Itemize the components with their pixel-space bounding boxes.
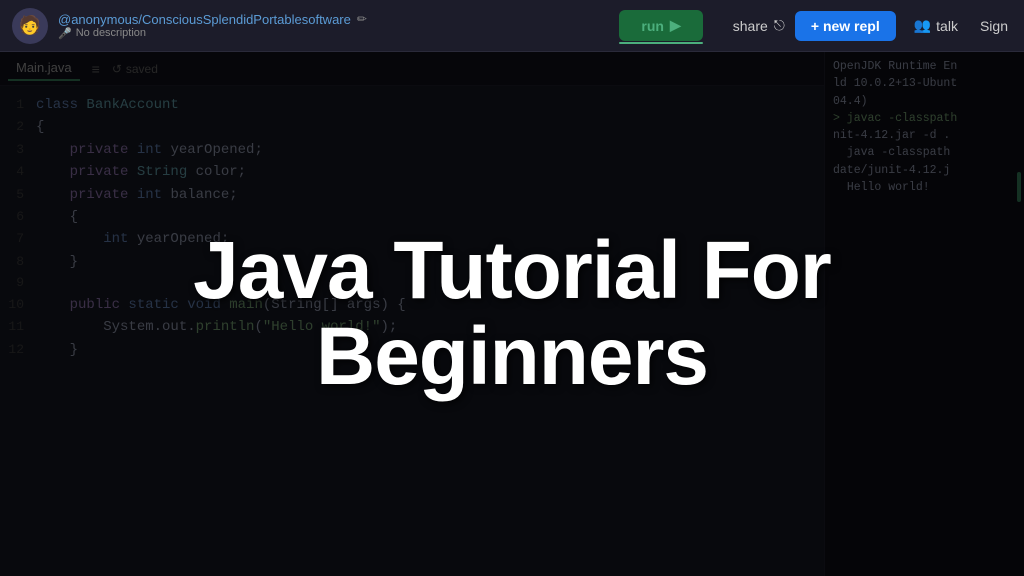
topbar: 🧑 @anonymous/ConsciousSplendidPortableso…: [0, 0, 1024, 52]
sign-button[interactable]: Sign: [976, 11, 1012, 41]
new-repl-label: + new repl: [811, 18, 880, 34]
editor-area: Main.java ≡ ↺ saved 1class BankAccount2{…: [0, 52, 1024, 576]
project-name: @anonymous/ConsciousSplendidPortablesoft…: [58, 12, 367, 27]
run-icon: ▶: [670, 17, 681, 34]
share-icon: ⎋: [774, 17, 785, 34]
avatar: 🧑: [12, 8, 48, 44]
project-desc: 🎤 No description: [58, 27, 367, 40]
share-label: share: [733, 18, 768, 34]
sign-label: Sign: [980, 18, 1008, 34]
no-description-text: No description: [76, 27, 146, 39]
talk-button[interactable]: 👥 talk: [906, 10, 966, 41]
overlay-title: Java Tutorial For Beginners: [193, 228, 831, 400]
overlay-title-line2: Beginners: [316, 311, 708, 402]
mic-icon: 🎤: [58, 27, 72, 40]
overlay: Java Tutorial For Beginners: [0, 52, 1024, 576]
share-button[interactable]: share ⎋: [723, 10, 795, 41]
topbar-right: + new repl 👥 talk Sign: [795, 10, 1012, 41]
project-info: @anonymous/ConsciousSplendidPortablesoft…: [58, 12, 367, 40]
project-name-text: @anonymous/ConsciousSplendidPortablesoft…: [58, 12, 351, 27]
run-label: run: [641, 18, 664, 34]
new-repl-button[interactable]: + new repl: [795, 11, 896, 41]
topbar-left: 🧑 @anonymous/ConsciousSplendidPortableso…: [12, 8, 619, 44]
talk-label: talk: [936, 18, 958, 34]
overlay-title-line1: Java Tutorial For: [193, 225, 831, 316]
topbar-center: run ▶ share ⎋: [619, 10, 794, 41]
run-button[interactable]: run ▶: [619, 10, 702, 41]
edit-icon[interactable]: ✏: [357, 12, 367, 26]
talk-icon: 👥: [914, 17, 931, 34]
